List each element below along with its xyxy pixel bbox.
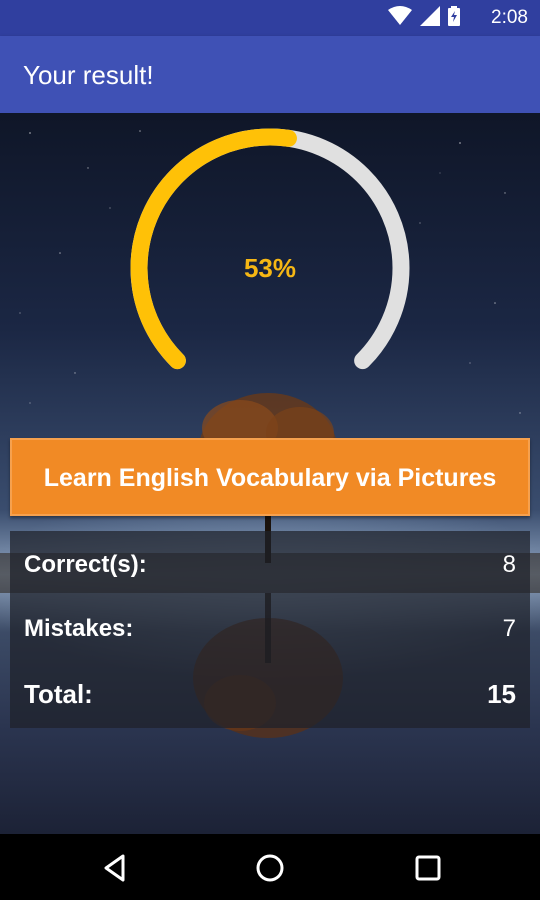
mistakes-row: Mistakes: 7 <box>10 615 530 655</box>
battery-icon <box>448 5 460 31</box>
total-row: Total: 15 <box>10 679 530 719</box>
score-gauge: 53% <box>125 123 415 413</box>
mistakes-label: Mistakes: <box>24 615 134 642</box>
learn-vocabulary-label: Learn English Vocabulary via Pictures <box>43 464 497 492</box>
learn-vocabulary-button[interactable]: Learn English Vocabulary via Pictures <box>10 438 530 516</box>
results-panel: Correct(s): 8 Mistakes: 7 Total: 15 <box>10 531 530 728</box>
home-icon[interactable] <box>253 851 287 885</box>
correct-row: Correct(s): 8 <box>10 551 530 591</box>
status-bar: 2:08 <box>0 0 540 36</box>
result-screen: 53% Learn English Vocabulary via Picture… <box>0 113 540 834</box>
signal-icon <box>420 5 440 31</box>
app-bar: Your result! <box>0 36 540 113</box>
page-title: Your result! <box>23 60 154 90</box>
mistakes-value: 7 <box>502 615 516 642</box>
total-label: Total: <box>24 679 93 709</box>
wifi-icon <box>388 5 412 31</box>
correct-value: 8 <box>502 551 516 578</box>
back-icon[interactable] <box>98 851 132 885</box>
status-icons <box>388 5 460 31</box>
gauge-progress <box>130 128 297 370</box>
total-value: 15 <box>487 679 516 709</box>
status-time: 2:08 <box>491 7 528 28</box>
score-percent: 53% <box>243 253 297 283</box>
recents-icon[interactable] <box>411 851 445 885</box>
correct-label: Correct(s): <box>24 551 147 578</box>
navigation-bar <box>0 834 540 900</box>
